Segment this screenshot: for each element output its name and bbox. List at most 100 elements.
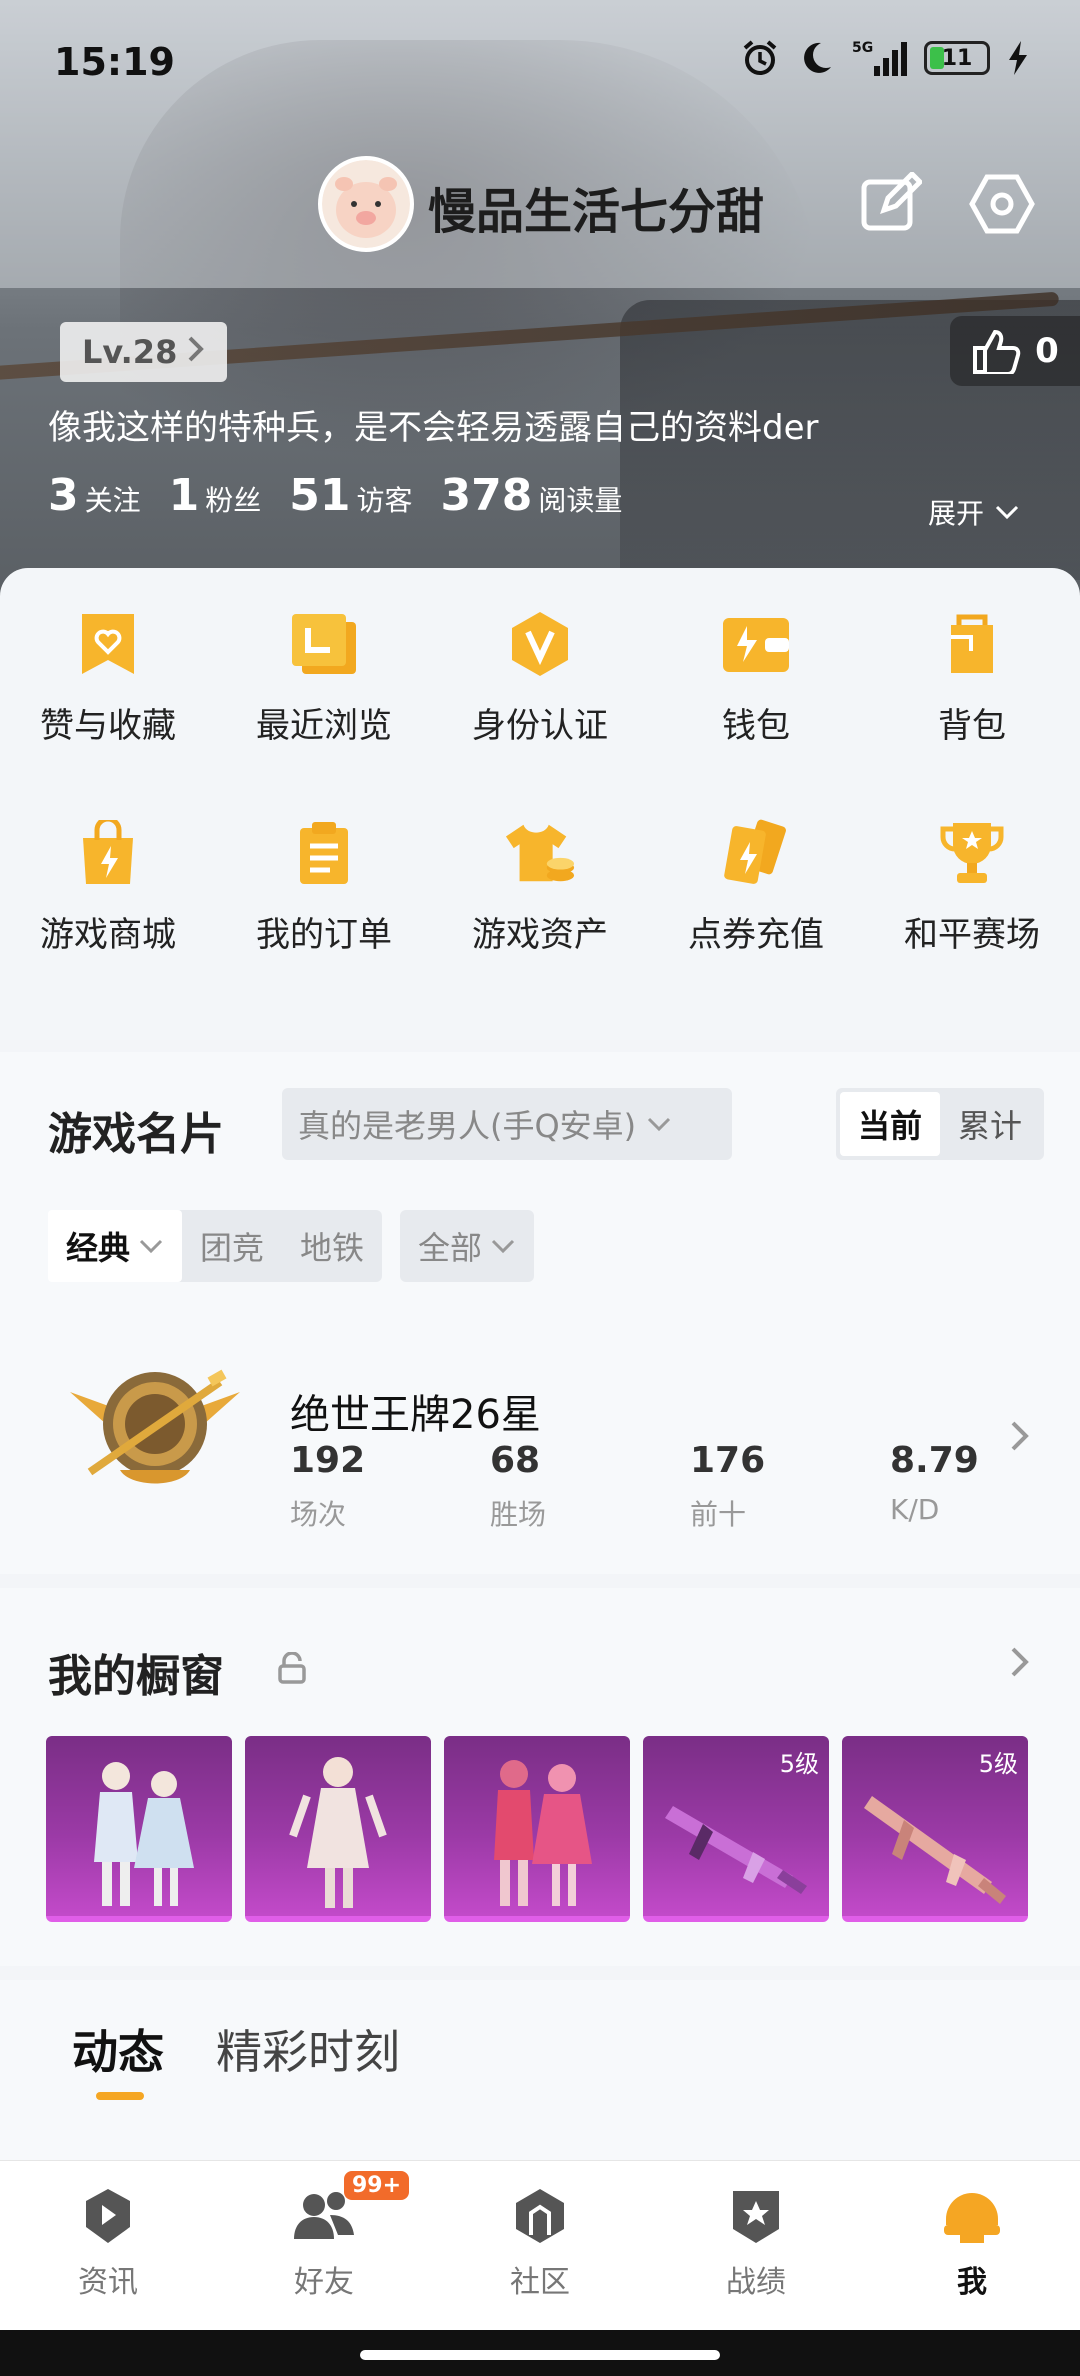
profile-header: 15:19 5G 11 慢品生活七分甜 Lv.28 0 像我这样的特种兵，是不会… (0, 0, 1080, 600)
count-number: 51 (289, 470, 351, 521)
bio-text: 像我这样的特种兵，是不会轻易透露自己的资料der (48, 408, 819, 448)
chevron-right-icon (187, 333, 205, 371)
stats-period-toggle: 当前 累计 (835, 1088, 1044, 1160)
grid-item-wallet[interactable]: 钱包 (648, 608, 864, 747)
tab-activity[interactable]: 动态 (72, 2016, 164, 2082)
grid-item-recent[interactable]: 最近浏览 (216, 608, 432, 747)
stats-row: 192 场次 68 胜场 176 前十 8.79 K/D (290, 1440, 1080, 1533)
segment-cumulative[interactable]: 累计 (940, 1092, 1040, 1156)
count-visitors[interactable]: 51 访客 (289, 470, 412, 521)
count-label: 阅读量 (538, 484, 623, 517)
game-card-detail-button[interactable] (1010, 1420, 1030, 1456)
nav-community[interactable]: 社区 (432, 2161, 648, 2330)
rank-name: 绝世王牌26星 (290, 1392, 541, 1438)
rifle-skin-icon (665, 1806, 807, 1894)
stat-top10: 176 前十 (690, 1440, 890, 1533)
nav-label: 我 (957, 2265, 987, 2300)
showcase-more-button[interactable] (1010, 1646, 1030, 1682)
grid-item-topup[interactable]: 点券充值 (648, 817, 864, 956)
nav-label: 社区 (510, 2265, 570, 2300)
outfit-pair-icon (94, 1762, 194, 1906)
showcase-item-outfit[interactable] (245, 1736, 431, 1922)
count-reads[interactable]: 378 阅读量 (441, 470, 623, 521)
grid-item-backpack[interactable]: 背包 (864, 608, 1080, 747)
game-card-section: 游戏名片 真的是老男人(手Q安卓) 当前 累计 经典 团竞 地铁 全部 绝世王牌… (0, 1052, 1080, 1574)
filter-all-dropdown[interactable]: 全部 (400, 1210, 535, 1282)
stat-matches: 192 场次 (290, 1440, 490, 1533)
nav-label: 战绩 (726, 2265, 786, 2300)
profile-row: 慢品生活七分甜 (0, 150, 1080, 260)
grid-item-likes-favorites[interactable]: 赞与收藏 (0, 608, 216, 747)
status-time: 15:19 (54, 40, 175, 84)
nav-records[interactable]: 战绩 (648, 2161, 864, 2330)
grid-item-label: 游戏商城 (40, 915, 176, 955)
me-helmet-icon (944, 2193, 1000, 2243)
chevron-down-icon (995, 505, 1019, 520)
nav-friends[interactable]: 99+ 好友 (216, 2161, 432, 2330)
tab-highlights[interactable]: 精彩时刻 (216, 2016, 400, 2082)
segment-current[interactable]: 当前 (839, 1092, 940, 1156)
game-card-title: 游戏名片 (48, 1109, 224, 1160)
showcase-item-weapon[interactable]: 5级 (842, 1736, 1028, 1922)
level-badge[interactable]: Lv.28 (60, 322, 228, 382)
mode-label: 经典 (66, 1229, 131, 1267)
grid-item-game-assets[interactable]: 游戏资产 (432, 817, 648, 956)
stat-value: 8.79 (890, 1440, 979, 1481)
account-selector[interactable]: 真的是老男人(手Q安卓) (282, 1088, 732, 1160)
avatar[interactable] (318, 156, 414, 252)
showcase-item-weapon[interactable]: 5级 (643, 1736, 829, 1922)
mode-classic[interactable]: 经典 (48, 1210, 183, 1282)
mode-team-deathmatch[interactable]: 团竞 (182, 1210, 282, 1282)
username: 慢品生活七分甜 (428, 184, 765, 240)
grid-item-peace-arena[interactable]: 和平赛场 (864, 817, 1080, 956)
home-indicator[interactable] (360, 2350, 720, 2360)
shopping-bag-icon (72, 817, 144, 889)
nav-me[interactable]: 我 (864, 2161, 1080, 2330)
history-icon (288, 608, 360, 680)
edit-profile-button[interactable] (850, 164, 930, 244)
showcase-item-outfit[interactable] (46, 1736, 232, 1922)
battery-level: 11 (941, 45, 973, 71)
chevron-down-icon (492, 1239, 515, 1254)
grid-item-verify[interactable]: 身份认证 (432, 608, 648, 747)
outfit-single-icon (289, 1757, 387, 1908)
quick-actions-panel: 赞与收藏 最近浏览 身份认证 钱包 背包 游戏商城 我的订单 游戏资产 点券充值… (0, 568, 1080, 1040)
grid-item-label: 身份认证 (472, 706, 608, 746)
wallet-icon (720, 608, 792, 680)
heart-bookmark-icon (72, 608, 144, 680)
stat-label: 场次 (290, 1498, 347, 1531)
showcase-section: 我的橱窗 5级 5级 (0, 1588, 1080, 1966)
nav-news[interactable]: 资讯 (0, 2161, 216, 2330)
order-list-icon (288, 817, 360, 889)
stat-label: 胜场 (490, 1498, 547, 1531)
settings-button[interactable] (962, 164, 1042, 244)
like-button[interactable]: 0 (950, 316, 1080, 386)
count-label: 关注 (84, 484, 141, 517)
grid-item-label: 最近浏览 (256, 706, 392, 746)
mode-label: 地铁 (300, 1229, 365, 1267)
mode-metro[interactable]: 地铁 (282, 1210, 382, 1282)
record-badge-icon (733, 2191, 779, 2243)
stat-label: 前十 (690, 1498, 747, 1531)
battery-icon: 11 (924, 41, 990, 75)
friends-badge: 99+ (344, 2171, 410, 2200)
stat-label: K/D (890, 1493, 940, 1526)
count-number: 378 (440, 470, 533, 521)
charging-icon (1006, 38, 1030, 78)
count-following[interactable]: 3 关注 (48, 470, 141, 521)
expand-button[interactable]: 展开 (928, 492, 1020, 532)
grid-item-label: 和平赛场 (904, 915, 1040, 955)
grid-item-orders[interactable]: 我的订单 (216, 817, 432, 956)
lock-icon[interactable] (278, 1651, 306, 1688)
chevron-down-icon (139, 1239, 163, 1254)
chevron-right-icon (1011, 1647, 1029, 1677)
like-count: 0 (1035, 331, 1059, 371)
count-label: 粉丝 (205, 484, 262, 517)
count-fans[interactable]: 1 粉丝 (169, 470, 262, 521)
edit-icon (861, 172, 922, 231)
grid-item-game-store[interactable]: 游戏商城 (0, 817, 216, 956)
settings-hexagon-icon (969, 174, 1035, 234)
showcase-item-outfit[interactable] (444, 1736, 630, 1922)
account-selector-label: 真的是老男人(手Q安卓) (298, 1107, 637, 1145)
mode-label: 团竞 (200, 1229, 265, 1267)
